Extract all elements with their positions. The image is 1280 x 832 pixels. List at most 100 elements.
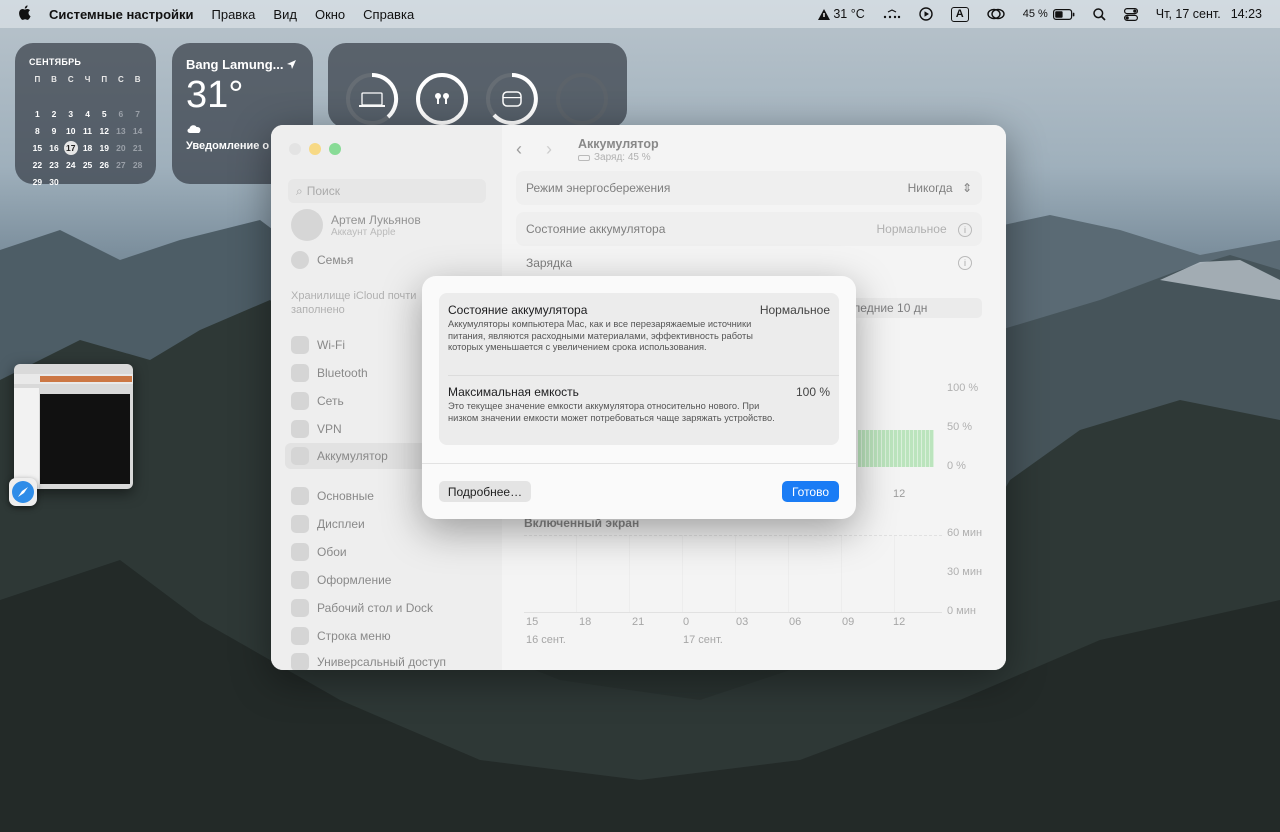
calendar-day: 29 bbox=[32, 176, 43, 187]
weekday-label: В bbox=[134, 75, 141, 84]
menu-bar: Системные настройки Правка Вид Окно Спра… bbox=[0, 0, 1280, 28]
capacity-title: Максимальная емкость bbox=[448, 385, 579, 399]
calendar-day: 10 bbox=[66, 125, 76, 136]
weekday-label: П bbox=[101, 75, 108, 84]
apple-icon[interactable] bbox=[18, 5, 31, 23]
weekday-label: П bbox=[34, 75, 41, 84]
calendar-day: 15 bbox=[32, 142, 43, 153]
calendar-day: 1 bbox=[34, 108, 40, 119]
battery-health-sheet: Состояние аккумулятора Нормальное Аккуму… bbox=[422, 276, 856, 519]
more-info-button[interactable]: Подробнее… bbox=[439, 481, 531, 502]
calendar-day: 24 bbox=[66, 159, 76, 170]
calendar-day bbox=[113, 173, 130, 190]
safari-icon[interactable] bbox=[9, 478, 37, 506]
today-marker: 17 bbox=[63, 140, 78, 155]
calendar-day: 27 bbox=[116, 159, 126, 170]
health-value: Нормальное bbox=[759, 303, 830, 317]
info-card: Состояние аккумулятора Нормальное Аккуму… bbox=[439, 293, 839, 445]
calendar-widget[interactable]: СЕНТЯБРЬ П В С Ч П С В 1 2 3 4 5 6 7 8 9 10 11 12 13… bbox=[15, 43, 156, 187]
thumbnail-sidebar bbox=[14, 388, 39, 489]
screen-mirroring-icon[interactable] bbox=[987, 8, 1005, 20]
calendar-day: 16 bbox=[49, 142, 59, 153]
calendar-grid: П В С Ч П С В 1 2 3 4 5 6 7 8 9 10 11 12 13 14 15 16 17 1… bbox=[29, 71, 146, 190]
control-center-icon[interactable] bbox=[1123, 7, 1138, 21]
calendar-day: 23 bbox=[49, 159, 59, 170]
weather-temperature: 31° bbox=[186, 74, 244, 116]
capacity-value: 100 % bbox=[795, 385, 830, 399]
calendar-day: 21 bbox=[132, 142, 143, 153]
calendar-day: 3 bbox=[68, 108, 74, 119]
weather-city: Bang Lamung... bbox=[186, 57, 299, 72]
thumbnail-content bbox=[40, 394, 130, 484]
laptop-battery-ring bbox=[346, 72, 399, 125]
divider bbox=[448, 375, 839, 376]
calendar-month: СЕНТЯБРЬ bbox=[29, 57, 82, 67]
warning-icon bbox=[818, 8, 831, 20]
calendar-day: 19 bbox=[99, 142, 109, 153]
batteries-widget[interactable] bbox=[328, 43, 627, 128]
calendar-week: 1234567 bbox=[29, 105, 146, 122]
calendar-day: 26 bbox=[99, 159, 109, 170]
menu-help[interactable]: Справка bbox=[363, 7, 414, 22]
calendar-day bbox=[46, 88, 63, 105]
menu-edit[interactable]: Правка bbox=[212, 7, 256, 22]
calendar-day bbox=[113, 88, 130, 105]
calendar-day: 2 bbox=[51, 108, 57, 119]
weekday-label: Ч bbox=[84, 75, 91, 84]
menu-view[interactable]: Вид bbox=[273, 7, 297, 22]
date-clock[interactable]: Чт, 17 сент. 14:23 bbox=[1156, 7, 1262, 21]
calendar-day: 9 bbox=[51, 125, 57, 136]
calendar-day bbox=[96, 88, 113, 105]
calendar-day bbox=[62, 88, 79, 105]
weekday-label: С bbox=[67, 75, 74, 84]
calendar-day: 4 bbox=[85, 108, 90, 119]
calendar-day: 11 bbox=[83, 125, 93, 136]
calendar-day bbox=[129, 88, 146, 105]
input-source-icon[interactable]: A bbox=[950, 6, 969, 22]
calendar-day bbox=[96, 173, 113, 190]
thumbnail-header bbox=[40, 376, 132, 382]
weather-status[interactable]: 31 °C bbox=[818, 7, 865, 21]
menu-window[interactable]: Окно bbox=[315, 7, 345, 22]
stage-manager-thumbnail[interactable] bbox=[14, 364, 133, 489]
calendar-day bbox=[79, 173, 96, 190]
battery-icon bbox=[1052, 8, 1075, 20]
calendar-day: 13 bbox=[116, 125, 126, 136]
calendar-week: 29 30 bbox=[29, 173, 146, 190]
health-description: Аккумуляторы компьютера Mac, как и все п… bbox=[448, 319, 753, 353]
calendar-week: 15 16 17 18 19 20 21 bbox=[29, 139, 146, 156]
calendar-day: 25 bbox=[82, 159, 93, 170]
spotlight-search-icon[interactable] bbox=[1093, 7, 1106, 21]
calendar-day: 28 bbox=[132, 159, 143, 170]
sleep-icon[interactable] bbox=[883, 9, 901, 19]
capacity-description: Это текущее значение емкости аккумулятор… bbox=[448, 401, 775, 423]
app-menu[interactable]: Системные настройки bbox=[49, 7, 194, 22]
calendar-day: 18 bbox=[82, 142, 93, 153]
calendar-day: 20 bbox=[116, 142, 126, 153]
now-playing-icon[interactable] bbox=[919, 7, 933, 21]
calendar-day bbox=[79, 88, 96, 105]
location-arrow-icon bbox=[287, 60, 297, 69]
calendar-week: 22 23 24 25 26 27 28 bbox=[29, 156, 146, 173]
calendar-day bbox=[129, 173, 146, 190]
calendar-day: 30 bbox=[49, 176, 59, 187]
calendar-day: 5 bbox=[101, 108, 107, 119]
calendar-day: 12 bbox=[99, 125, 109, 136]
calendar-day bbox=[29, 88, 46, 105]
calendar-day: 14 bbox=[132, 125, 143, 136]
weekday-label: В bbox=[51, 75, 57, 84]
weather-alert: Уведомление о сильном дожде bbox=[186, 140, 276, 152]
weekday-label: С bbox=[118, 75, 124, 84]
calendar-day: 7 bbox=[135, 108, 140, 119]
calendar-week bbox=[29, 88, 146, 105]
calendar-week: 8 9 10 11 12 13 14 bbox=[29, 122, 146, 139]
health-title: Состояние аккумулятора bbox=[448, 303, 588, 317]
calendar-day: 22 bbox=[32, 159, 43, 170]
empty-battery-ring bbox=[556, 73, 608, 125]
battery-status[interactable]: 45 % bbox=[1023, 8, 1075, 20]
calendar-day: 8 bbox=[34, 125, 40, 136]
airpods-case-battery-ring bbox=[486, 73, 538, 125]
done-button[interactable]: Готово bbox=[782, 481, 839, 502]
calendar-day: 17 bbox=[62, 139, 79, 156]
footer-divider bbox=[422, 463, 856, 464]
